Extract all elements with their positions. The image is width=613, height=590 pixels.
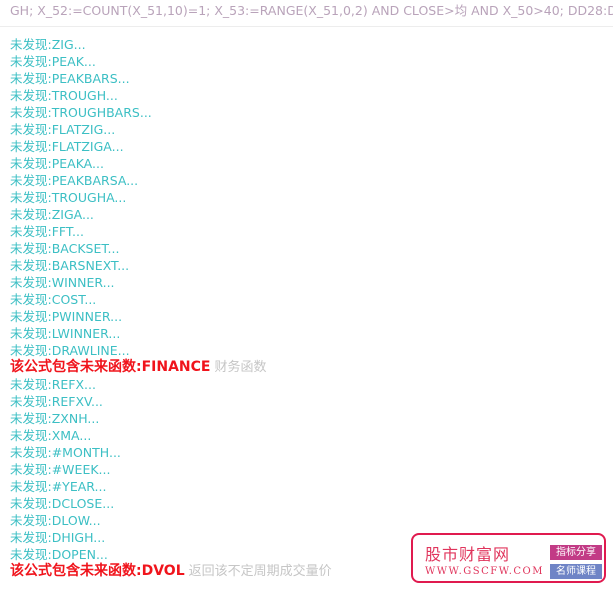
not-found-item: 未发现:ZIGA... (10, 207, 94, 222)
watermark-url: WWW.GSCFW.COM (425, 566, 544, 577)
not-found-item: 未发现:#YEAR... (10, 479, 107, 494)
watermark-title: 股市财富网 (425, 545, 511, 564)
not-found-item: 未发现:#MONTH... (10, 445, 121, 460)
not-found-item: 未发现:DHIGH... (10, 530, 106, 545)
not-found-item: 未发现:PEAKA... (10, 156, 104, 171)
not-found-item: 未发现:DOPEN... (10, 547, 108, 562)
not-found-item: 未发现:ZIG... (10, 37, 86, 52)
not-found-item: 未发现:PEAK... (10, 54, 96, 69)
not-found-item: 未发现:PEAKBARSA... (10, 173, 139, 188)
not-found-item: 未发现:DRAWLINE... (10, 343, 130, 358)
not-found-item: 未发现:BACKSET... (10, 241, 120, 256)
not-found-item: 未发现:#WEEK... (10, 462, 111, 477)
not-found-item: 未发现:FFT... (10, 224, 84, 239)
not-found-item: 未发现:TROUGH... (10, 88, 118, 103)
not-found-item: 未发现:DCLOSE... (10, 496, 115, 511)
site-watermark: 股市财富网 WWW.GSCFW.COM 指标分享 名师课程 (411, 533, 606, 583)
not-found-item: 未发现:REFX... (10, 377, 96, 392)
not-found-item: 未发现:LWINNER... (10, 326, 121, 341)
not-found-item: 未发现:XMA... (10, 428, 92, 443)
warning-note: 财务函数 (214, 360, 267, 375)
not-found-item: 未发现:FLATZIG... (10, 122, 116, 137)
not-found-item: 未发现:ZXNH... (10, 411, 100, 426)
not-found-item: 未发现:TROUGHA... (10, 190, 127, 205)
not-found-item: 未发现:PWINNER... (10, 309, 123, 324)
formula-header: GH; X_52:=COUNT(X_51,10)=1; X_53:=RANGE(… (10, 3, 613, 18)
page: GH; X_52:=COUNT(X_51,10)=1; X_53:=RANGE(… (0, 0, 613, 590)
header-divider (0, 26, 613, 27)
not-found-item: 未发现:REFXV... (10, 394, 103, 409)
warning-text: 该公式包含未来函数:DVOL (10, 563, 185, 579)
not-found-item: 未发现:TROUGHBARS... (10, 105, 152, 120)
not-found-item: 未发现:FLATZIGA... (10, 139, 124, 154)
check-results-list: 未发现:ZIG... 未发现:PEAK... 未发现:PEAKBARS... 未发现:… (10, 36, 332, 580)
not-found-item: 未发现:DLOW... (10, 513, 101, 528)
not-found-item: 未发现:COST... (10, 292, 97, 307)
not-found-item: 未发现:BARSNEXT... (10, 258, 130, 273)
warning-text: 该公式包含未来函数:FINANCE (10, 359, 211, 375)
future-function-warning: 该公式包含未来函数:DVOL 返回该不定周期成交量价 (10, 563, 332, 580)
watermark-tag-teacher-course: 名师课程 (550, 564, 602, 579)
not-found-item: 未发现:WINNER... (10, 275, 115, 290)
watermark-tag-indicator-share: 指标分享 (550, 545, 602, 560)
not-found-item: 未发现:PEAKBARS... (10, 71, 130, 86)
future-function-warning: 该公式包含未来函数:FINANCE 财务函数 (10, 359, 332, 376)
warning-note: 返回该不定周期成交量价 (188, 564, 332, 579)
